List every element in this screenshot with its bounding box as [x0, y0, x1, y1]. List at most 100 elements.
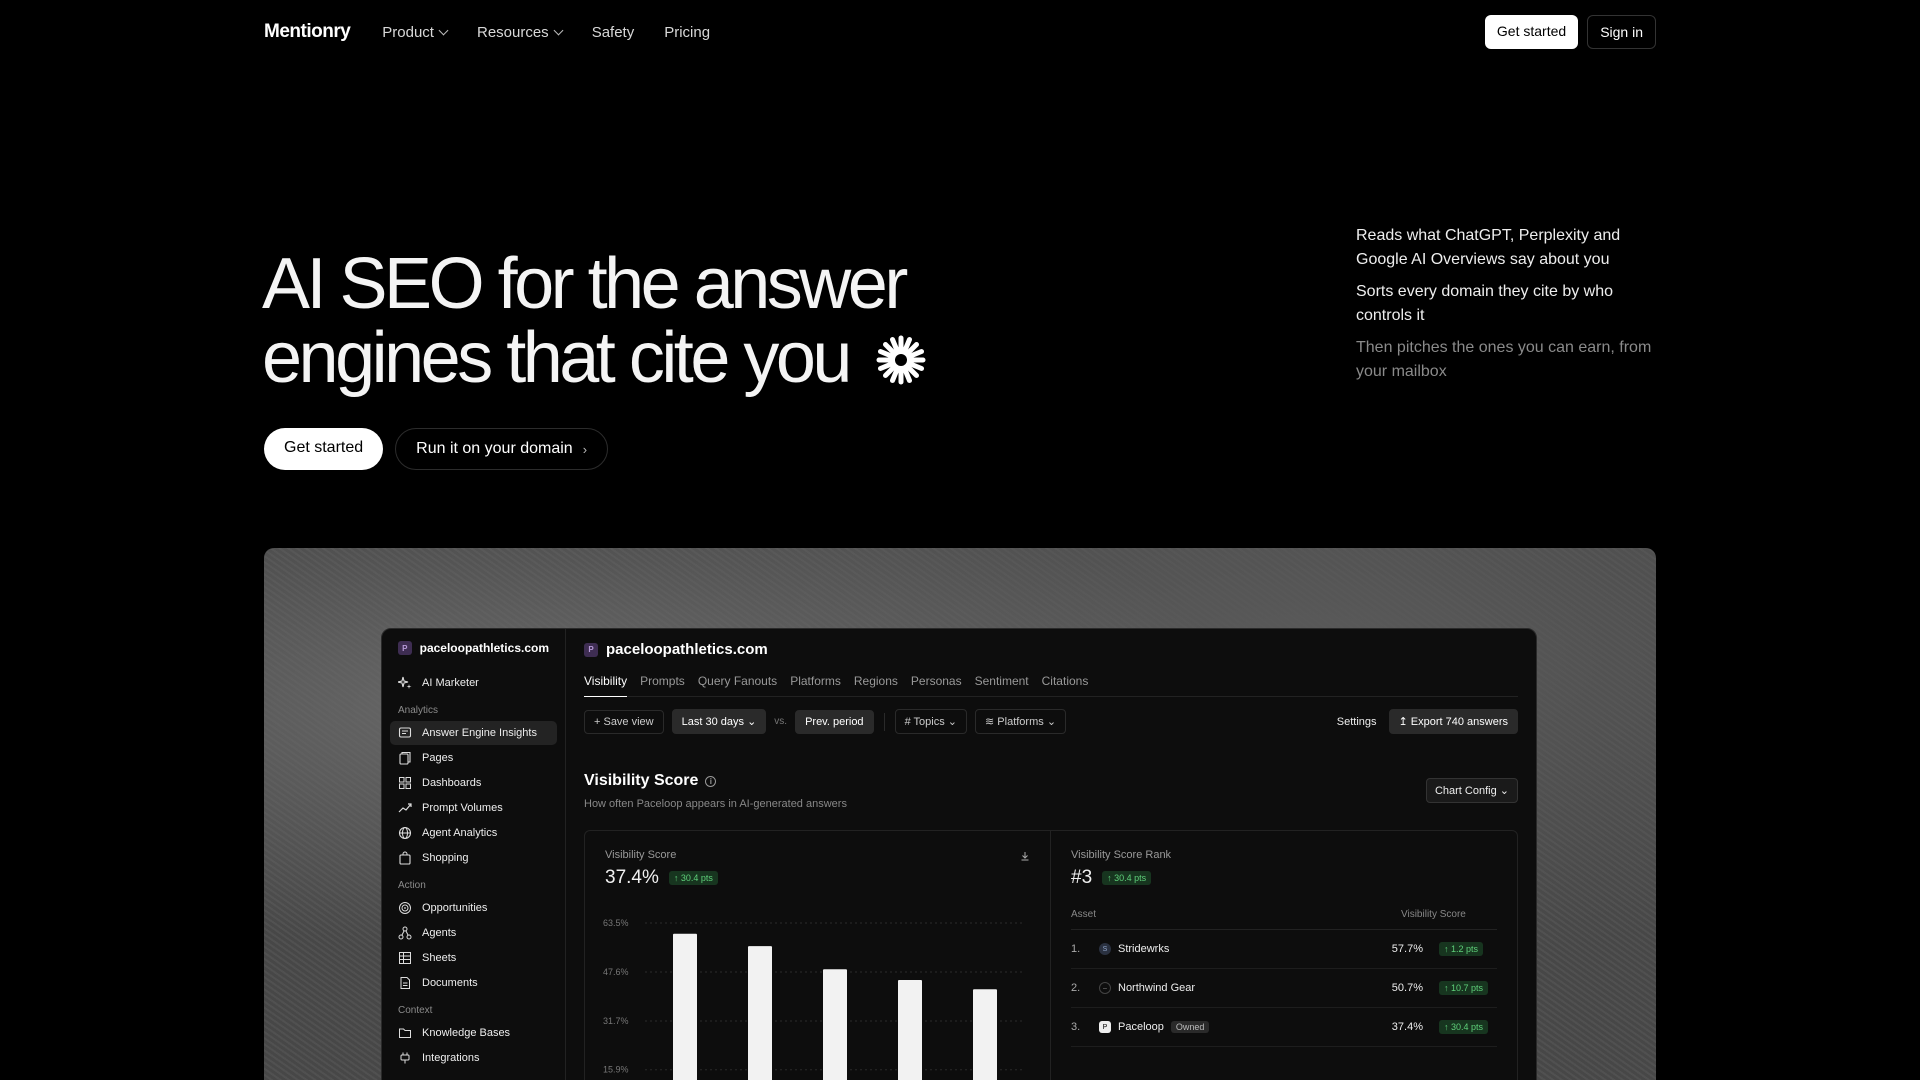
sidebar-item-documents[interactable]: Documents — [390, 971, 557, 995]
sidebar-item-label: Opportunities — [422, 902, 488, 914]
export-button[interactable]: ↥ Export 740 answers — [1388, 709, 1518, 734]
app-main: P paceloopathletics.com Visibility Promp… — [566, 629, 1536, 1080]
card-value-row: #3 ↑ 30.4 pts — [1071, 867, 1497, 889]
trend-icon — [398, 803, 412, 813]
save-view-button[interactable]: + Save view — [584, 709, 664, 734]
hero-get-started-button[interactable]: Get started — [264, 428, 384, 470]
hero-title-line2: engines that cite you — [262, 318, 852, 398]
nav-resources[interactable]: Resources — [477, 24, 564, 41]
chart-bar[interactable] — [898, 980, 922, 1080]
sidebar-item-pages[interactable]: Pages — [390, 746, 557, 770]
row-delta: ↑ 30.4 pts — [1439, 1020, 1497, 1034]
y-tick-label: 63.5% — [603, 918, 629, 928]
filter-actions: Settings ↥ Export 740 answers — [1337, 709, 1518, 734]
settings-button[interactable]: Settings — [1337, 716, 1377, 728]
nav-product[interactable]: Product — [382, 23, 449, 41]
brand-icon: P — [1099, 1021, 1111, 1033]
run-on-domain-label: Run it on your domain — [416, 440, 573, 457]
folder-icon — [399, 1028, 411, 1038]
compare-period-select[interactable]: Prev. period — [795, 709, 874, 734]
owned-badge: Owned — [1170, 1021, 1210, 1033]
sidebar-item-integrations[interactable]: Integrations — [390, 1046, 557, 1070]
tab-regions[interactable]: Regions — [854, 674, 898, 688]
table-row[interactable]: 3. P Paceloop Owned 37.4% ↑ 30.4 pts — [1071, 1008, 1497, 1047]
tab-query-fanouts[interactable]: Query Fanouts — [698, 674, 777, 688]
topics-filter[interactable]: # Topics ⌄ — [894, 709, 968, 734]
col-score: Visibility Score — [1401, 909, 1466, 920]
tab-platforms[interactable]: Platforms — [790, 674, 841, 688]
sidebar-item-label: Prompt Volumes — [422, 802, 503, 814]
sidebar-item-label: Pages — [422, 752, 454, 764]
chart-bar[interactable] — [748, 946, 772, 1080]
tab-citations[interactable]: Citations — [1042, 674, 1089, 688]
sidebar-item-prompt-volumes[interactable]: Prompt Volumes — [390, 796, 557, 820]
nav-actions: Get started Sign in — [1484, 15, 1656, 49]
domain-favicon: P — [584, 642, 598, 657]
y-tick-label: 31.7% — [603, 1016, 629, 1026]
hash-icon: # — [904, 716, 914, 728]
plug-icon — [400, 1052, 410, 1064]
nav-pricing[interactable]: Pricing — [664, 24, 710, 41]
nav-product-label: Product — [382, 23, 434, 41]
chart-bar[interactable] — [673, 933, 697, 1080]
brand-icon: S — [1099, 943, 1111, 955]
chevron-down-icon: ⌄ — [1499, 785, 1509, 797]
table-row[interactable]: 2. – Northwind Gear 50.7% ↑ 10.7 pts — [1071, 969, 1497, 1008]
download-icon[interactable] — [1020, 851, 1030, 861]
tab-prompts[interactable]: Prompts — [640, 674, 685, 688]
score-value: 50.7% — [1391, 982, 1423, 994]
tab-visibility[interactable]: Visibility — [584, 674, 628, 697]
table-row[interactable]: 1. S Stridewrks 57.7% ↑ 1.2 pts — [1071, 930, 1497, 969]
sidebar-section-title: Context — [398, 1005, 433, 1016]
landing-page: Mentionry Product Resources Safety Prici… — [0, 0, 1920, 1080]
topics-label: Topics — [913, 716, 945, 728]
rank-number: 3. — [1071, 1021, 1081, 1033]
section-subtitle: How often Paceloop appears in AI-generat… — [584, 798, 847, 810]
document-icon — [400, 977, 410, 989]
run-on-domain-button[interactable]: Run it on your domain › — [395, 428, 609, 470]
chevron-down-icon: ⌄ — [747, 716, 757, 728]
tab-personas[interactable]: Personas — [911, 674, 962, 688]
chart-config-button[interactable]: Chart Config ⌄ — [1425, 778, 1518, 803]
sign-in-button[interactable]: Sign in — [1587, 15, 1656, 49]
date-range-select[interactable]: Last 30 days ⌄ — [671, 709, 767, 734]
rank-card: Visibility Score Rank #3 ↑ 30.4 pts Asse… — [1051, 831, 1517, 1080]
sidebar-item-ai-marketer[interactable]: AI Marketer — [390, 671, 557, 695]
globe-icon — [398, 826, 412, 840]
sidebar-item-label: Documents — [422, 977, 478, 989]
sidebar-item-sheets[interactable]: Sheets — [390, 946, 557, 970]
sidebar-item-shopping[interactable]: Shopping — [390, 846, 557, 870]
logo[interactable]: Mentionry — [264, 21, 351, 43]
nav-safety-label: Safety — [591, 23, 635, 41]
sidebar-item-knowledge-bases[interactable]: Knowledge Bases — [390, 1021, 557, 1045]
sidebar-domain[interactable]: P paceloopathletics.com — [390, 641, 557, 655]
info-icon[interactable]: i — [705, 775, 717, 787]
agents-icon — [398, 926, 412, 940]
tab-sentiment[interactable]: Sentiment — [975, 674, 1029, 688]
asset-name: Paceloop — [1118, 1021, 1164, 1033]
platforms-filter[interactable]: ≋ Platforms ⌄ — [975, 709, 1067, 734]
sidebar-item-agents[interactable]: Agents — [390, 921, 557, 945]
hero-bullet: Then pitches the ones you can earn, from… — [1356, 339, 1652, 380]
sidebar-item-agent-analytics[interactable]: Agent Analytics — [390, 821, 557, 845]
hero-ctas: Get started Run it on your domain › — [264, 428, 609, 470]
sidebar-item-opportunities[interactable]: Opportunities — [390, 896, 557, 920]
asset-name: Stridewrks — [1118, 943, 1170, 955]
row-delta: ↑ 10.7 pts — [1439, 981, 1497, 995]
divider — [883, 712, 885, 731]
nav-safety[interactable]: Safety — [592, 24, 635, 41]
delta-badge: ↑ 30.4 pts — [1102, 871, 1152, 885]
sidebar-item-label: Integrations — [422, 1052, 480, 1064]
nav-get-started-button[interactable]: Get started — [1484, 15, 1579, 49]
app-window: P paceloopathletics.com AI Marketer Anal… — [381, 628, 1537, 1080]
brand-icon: – — [1099, 982, 1111, 994]
asset-cell: – Northwind Gear — [1099, 982, 1371, 994]
vs-label: vs. — [774, 716, 788, 727]
chart-bar[interactable] — [823, 969, 847, 1080]
sidebar-item-dashboards[interactable]: Dashboards — [390, 771, 557, 795]
sidebar-item-label: Answer Engine Insights — [422, 727, 537, 739]
card-value: 37.4% — [605, 867, 659, 888]
card-value-row: 37.4% ↑ 30.4 pts — [605, 867, 1030, 889]
sidebar-item-answer-engine-insights[interactable]: Answer Engine Insights — [390, 721, 557, 745]
chart-bar[interactable] — [973, 989, 997, 1080]
